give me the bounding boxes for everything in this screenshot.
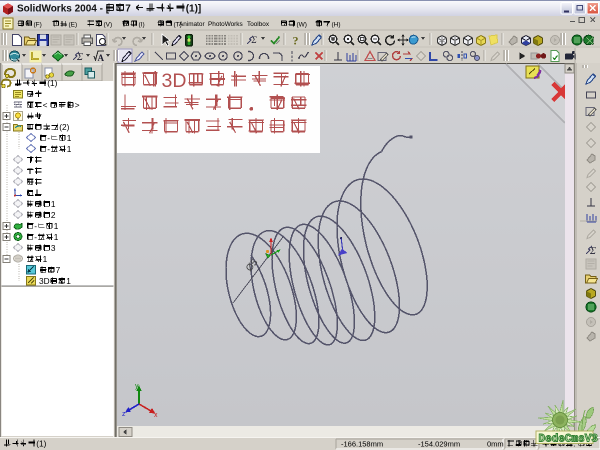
svg-text:(1)]: (1)] xyxy=(186,4,202,15)
svg-text:(V): (V) xyxy=(104,22,113,29)
svg-text:(W): (W) xyxy=(297,22,307,29)
svg-text:-154.029mm: -154.029mm xyxy=(418,440,460,449)
svg-text:1: 1 xyxy=(67,144,72,154)
svg-text:-: - xyxy=(34,221,37,231)
svg-text:DedeCmsV3: DedeCmsV3 xyxy=(539,434,599,446)
svg-text:A: A xyxy=(98,53,105,63)
svg-text:(E): (E) xyxy=(69,22,78,29)
svg-text:Toolbox: Toolbox xyxy=(247,21,270,28)
svg-text:7: 7 xyxy=(56,265,61,275)
svg-text:Σ: Σ xyxy=(251,35,258,45)
svg-text:y: y xyxy=(135,383,139,390)
svg-text:x: x xyxy=(154,412,158,419)
svg-text:2: 2 xyxy=(51,210,56,220)
svg-text:3D: 3D xyxy=(39,276,50,286)
svg-text:(I): (I) xyxy=(139,22,145,29)
svg-text:(1): (1) xyxy=(36,439,46,449)
svg-text:(H): (H) xyxy=(332,22,341,29)
svg-text:Σ: Σ xyxy=(589,246,596,257)
svg-text:-: - xyxy=(47,144,50,154)
svg-text:3: 3 xyxy=(51,243,56,253)
svg-text:(1): (1) xyxy=(47,78,57,88)
svg-text:7: 7 xyxy=(125,4,131,15)
svg-text:-166.158mm: -166.158mm xyxy=(341,440,383,449)
svg-text:1: 1 xyxy=(43,254,48,264)
svg-text:1: 1 xyxy=(54,221,59,231)
svg-text:1: 1 xyxy=(66,276,71,286)
svg-text:(F): (F) xyxy=(34,22,42,29)
svg-text:3D: 3D xyxy=(162,70,187,92)
svg-text:z: z xyxy=(122,411,126,418)
svg-text:-: - xyxy=(34,232,37,242)
svg-text:?: ? xyxy=(293,34,299,48)
svg-text:1: 1 xyxy=(67,133,72,143)
svg-text:SolidWorks 2004 - [: SolidWorks 2004 - [ xyxy=(17,4,110,15)
svg-text:>: > xyxy=(75,100,80,110)
svg-text:1: 1 xyxy=(51,199,56,209)
svg-text:PhotoWorks: PhotoWorks xyxy=(208,21,243,28)
svg-text:-: - xyxy=(47,133,50,143)
svg-text:(2): (2) xyxy=(59,122,69,132)
svg-text:0mm: 0mm xyxy=(487,440,504,449)
svg-text:1: 1 xyxy=(54,232,59,242)
svg-text:<: < xyxy=(43,100,48,110)
svg-text:Animator: Animator xyxy=(179,21,205,28)
svg-text:Σ: Σ xyxy=(76,52,83,63)
